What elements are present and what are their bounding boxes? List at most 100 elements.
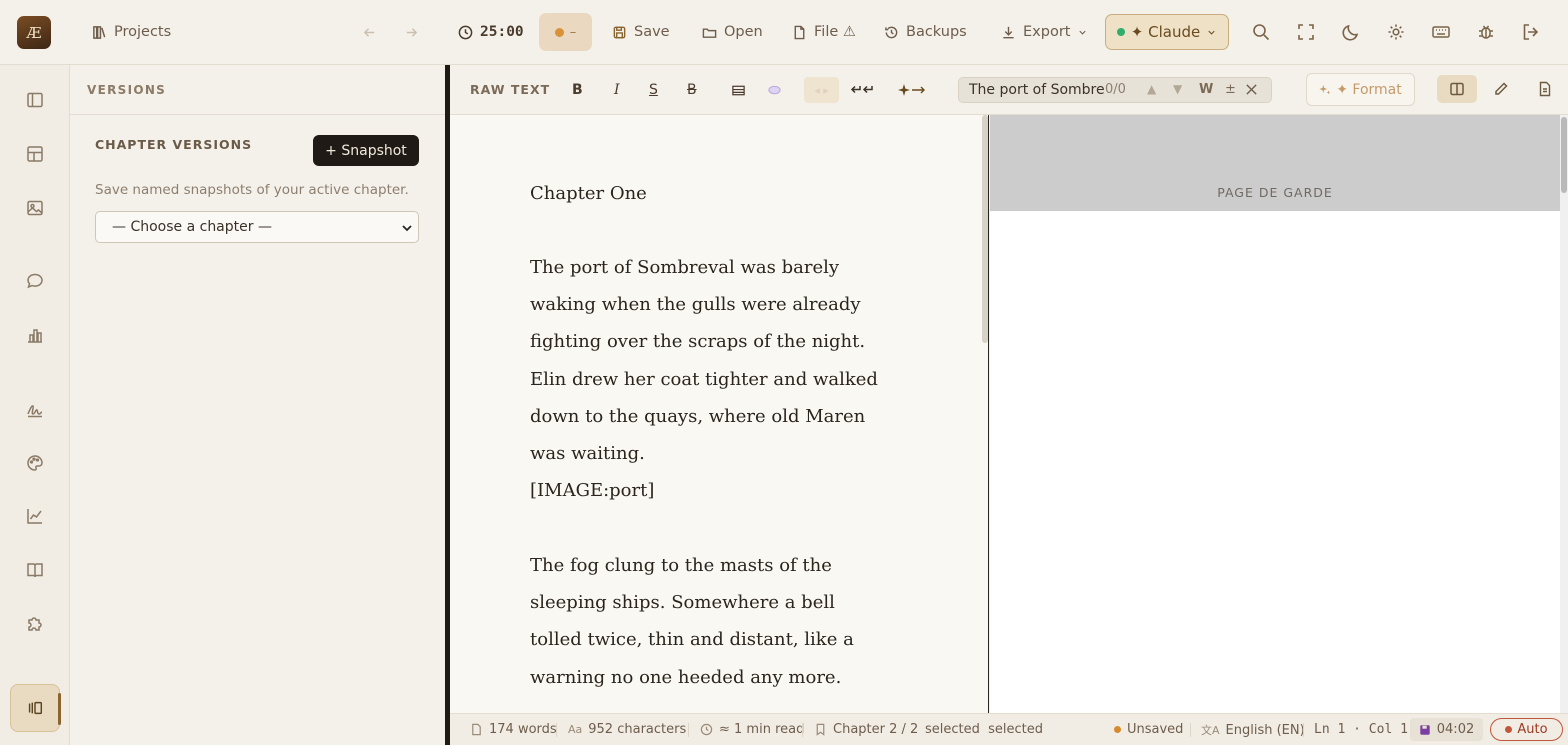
autosave-time: 04:02	[1410, 718, 1483, 741]
strikethrough-button[interactable]: B	[687, 79, 697, 101]
save-state-label: Unsaved	[1127, 722, 1184, 737]
status-divider	[1303, 723, 1304, 737]
find-count: 0/0	[1105, 82, 1126, 97]
preview-scroll-thumb[interactable]	[1561, 117, 1567, 193]
document-icon	[470, 723, 483, 736]
redo-button[interactable]	[404, 17, 419, 47]
chapter-indicator[interactable]: Chapter 2 / 2	[814, 722, 918, 737]
signature-icon[interactable]	[25, 399, 45, 419]
gear-icon[interactable]	[1386, 22, 1406, 42]
search-icon[interactable]	[1251, 22, 1271, 42]
save-icon	[612, 25, 627, 40]
sidebar-toggle-icon[interactable]	[25, 90, 45, 110]
save-label: Save	[634, 24, 670, 40]
line-chart-icon[interactable]	[25, 506, 45, 526]
projects-button[interactable]: Projects	[92, 17, 171, 47]
character-count-label: 952 characters	[588, 722, 687, 737]
close-icon[interactable]	[1245, 83, 1258, 96]
status-pill-label: –	[569, 24, 577, 40]
fullscreen-icon[interactable]	[1296, 22, 1316, 42]
find-bar[interactable]: The port of Sombre 0/0 ▲ ▼ W ±	[958, 77, 1272, 103]
status-divider	[556, 723, 557, 737]
sparkle-arrow-icon[interactable]	[898, 79, 926, 101]
editor-paragraph[interactable]: The port of Sombreval was barely waking …	[530, 249, 890, 472]
book-icon[interactable]	[25, 560, 45, 580]
bar-chart-icon[interactable]	[25, 325, 45, 345]
highlight-button[interactable]: ◂ ▸	[804, 77, 839, 103]
floppy-icon	[1419, 724, 1431, 736]
comment-icon[interactable]	[766, 79, 782, 101]
undo-button[interactable]	[362, 17, 377, 47]
page-label: PAGE DE GARDE	[1217, 185, 1333, 200]
ai-provider-label: ✦ Claude	[1130, 23, 1201, 41]
app-logo[interactable]: Æ	[17, 16, 51, 49]
replace-toggle[interactable]: ±	[1225, 82, 1236, 97]
image-icon[interactable]	[25, 198, 45, 218]
keyboard-icon[interactable]	[1431, 22, 1451, 42]
backups-button[interactable]: Backups	[884, 17, 967, 47]
auto-save-toggle[interactable]: Auto	[1490, 718, 1563, 741]
format-label: ✦ Format	[1336, 81, 1402, 98]
language-selector[interactable]: 文A English (EN)	[1201, 722, 1305, 738]
top-bar: Æ Projects 25:00 – Save Open File ⚠ Back…	[0, 0, 1568, 65]
auto-label: Auto	[1517, 722, 1548, 737]
character-count: Aa 952 characters	[568, 722, 686, 737]
export-button[interactable]: Export	[1001, 17, 1088, 47]
palette-icon[interactable]	[25, 453, 45, 473]
pomodoro-timer[interactable]: 25:00	[458, 17, 524, 47]
sparkles-icon	[1319, 84, 1331, 96]
snapshot-button[interactable]: + Snapshot	[313, 135, 419, 166]
translate-icon: 文A	[1201, 724, 1220, 737]
auto-dot	[1505, 726, 1513, 733]
projects-label: Projects	[114, 24, 172, 40]
download-icon	[1001, 25, 1016, 40]
format-button[interactable]: ✦ Format	[1306, 73, 1415, 106]
chevron-down-icon	[1077, 27, 1088, 38]
layout-icon[interactable]	[25, 144, 45, 164]
chapter-heading[interactable]: Chapter One	[530, 175, 890, 212]
ai-provider-select[interactable]: ✦ Claude	[1105, 14, 1229, 50]
editor-paragraph[interactable]: The fog clung to the masts of the sleepi…	[530, 547, 890, 696]
versions-panel: VERSIONS CHAPTER VERSIONS + Snapshot Sav…	[70, 65, 445, 745]
text-editor[interactable]: Chapter One The port of Sombreval was ba…	[450, 115, 989, 713]
text-size-icon: Aa	[568, 723, 583, 736]
bold-button[interactable]: B	[572, 79, 583, 101]
open-button[interactable]: Open	[702, 17, 763, 47]
left-rail	[0, 65, 70, 745]
preview-scrollbar[interactable]	[1560, 115, 1568, 713]
split-view-icon[interactable]	[1437, 75, 1477, 103]
find-input[interactable]: The port of Sombre	[969, 82, 1105, 98]
file-button[interactable]: File ⚠	[792, 17, 856, 47]
chapter-versions-title: CHAPTER VERSIONS	[95, 137, 253, 152]
chapter-select[interactable]: — Choose a chapter —	[95, 211, 419, 243]
moon-icon[interactable]	[1341, 22, 1361, 42]
pencil-icon[interactable]	[1481, 75, 1521, 103]
status-dot	[554, 27, 564, 37]
find-prev-icon[interactable]: ▲	[1147, 82, 1156, 96]
arrow-left-icon	[362, 25, 377, 40]
logout-icon[interactable]	[1521, 22, 1541, 42]
status-divider	[1190, 723, 1191, 737]
versions-panel-button[interactable]	[10, 684, 61, 732]
chat-icon[interactable]	[25, 271, 45, 291]
document-icon[interactable]	[1525, 75, 1565, 103]
timer-value: 25:00	[480, 24, 524, 40]
bug-icon[interactable]	[1476, 22, 1496, 42]
page-header-band: PAGE DE GARDE	[990, 115, 1560, 211]
word-count-label: 174 words	[489, 722, 557, 737]
puzzle-icon[interactable]	[25, 614, 45, 634]
session-status-pill[interactable]: –	[539, 13, 592, 51]
italic-button[interactable]: I	[614, 79, 620, 101]
image-placeholder-tag[interactable]: [IMAGE:port]	[530, 472, 890, 509]
table-icon[interactable]	[730, 79, 746, 101]
find-next-icon[interactable]: ▼	[1173, 82, 1182, 96]
word-count: 174 words	[470, 722, 557, 737]
status-divider	[688, 723, 689, 737]
whole-word-toggle[interactable]: W	[1199, 82, 1213, 97]
clock-icon	[458, 25, 473, 40]
underline-button[interactable]: S	[649, 79, 658, 101]
line-break-icon[interactable]	[849, 79, 875, 101]
status-divider	[802, 723, 803, 737]
save-button[interactable]: Save	[612, 17, 670, 47]
editor-scrollbar[interactable]	[982, 115, 988, 343]
